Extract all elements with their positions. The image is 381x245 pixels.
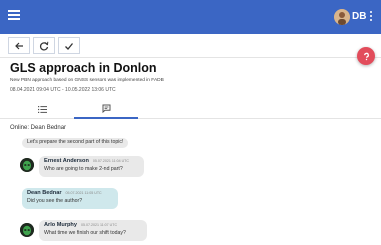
chat-message: Let's prepare the second part of this to… — [22, 138, 129, 148]
message-time: 05.07.2021 11:07 UTC — [80, 223, 118, 227]
chat-message: Ernest Anderson 05.07.2021 11:04 UTC Who … — [39, 156, 144, 177]
question-icon — [363, 52, 369, 60]
online-status: Online: Dean Bednar — [10, 125, 67, 131]
tab-chat[interactable] — [74, 99, 138, 119]
message-time: 05.07.2021 11:04 UTC — [92, 159, 129, 163]
more-vert-icon[interactable] — [369, 11, 373, 23]
chat-thread[interactable]: Let's prepare the second part of this to… — [0, 134, 381, 245]
menu-icon[interactable] — [8, 10, 20, 22]
alien-avatar-icon — [20, 158, 34, 172]
chat-icon — [102, 104, 110, 113]
message-text: What time we finish our shift today? — [44, 230, 126, 236]
list-icon — [37, 105, 47, 113]
message-author: Dean Bednar 05.07.2021 11:05 UTC — [27, 190, 113, 196]
alien-avatar-icon — [20, 223, 34, 237]
tab-details[interactable] — [10, 99, 74, 119]
tab-bar — [0, 99, 381, 119]
author-name: Arlo Murphy — [44, 222, 77, 228]
refresh-icon — [39, 41, 49, 50]
back-button[interactable] — [8, 37, 30, 54]
message-author: Ernest Anderson 05.07.2021 11:04 UTC — [44, 158, 139, 164]
app-bar: DB — [0, 0, 381, 34]
refresh-button[interactable] — [33, 37, 55, 54]
author-name: Ernest Anderson — [44, 158, 89, 164]
check-icon — [65, 42, 74, 50]
message-author: Arlo Murphy 05.07.2021 11:07 UTC — [44, 222, 142, 228]
author-name: Dean Bednar — [27, 190, 62, 196]
chat-message-own: Dean Bednar 05.07.2021 11:05 UTC Did you … — [22, 188, 118, 209]
chat-message: Arlo Murphy 05.07.2021 11:07 UTC What tim… — [39, 220, 147, 241]
message-time: 05.07.2021 11:05 UTC — [65, 191, 102, 195]
topic-title: GLS approach in Donlon — [10, 61, 157, 75]
message-text: Did you see the author? — [27, 198, 83, 204]
message-text: Let's prepare the second part of this to… — [27, 139, 124, 145]
help-fab[interactable] — [357, 47, 375, 65]
topic-dates: 08.04.2021 09:04 UTC - 10.05.2022 13:06 … — [10, 87, 116, 93]
message-text: Who are going to make 2-nd part? — [44, 166, 123, 172]
user-initials: DB — [352, 11, 367, 22]
confirm-button[interactable] — [58, 37, 80, 54]
topic-subtitle: New PBN approach based on GNSS sensors w… — [10, 78, 164, 83]
user-avatar[interactable] — [334, 9, 350, 25]
toolbar — [0, 34, 381, 58]
back-arrow-icon — [15, 42, 23, 49]
